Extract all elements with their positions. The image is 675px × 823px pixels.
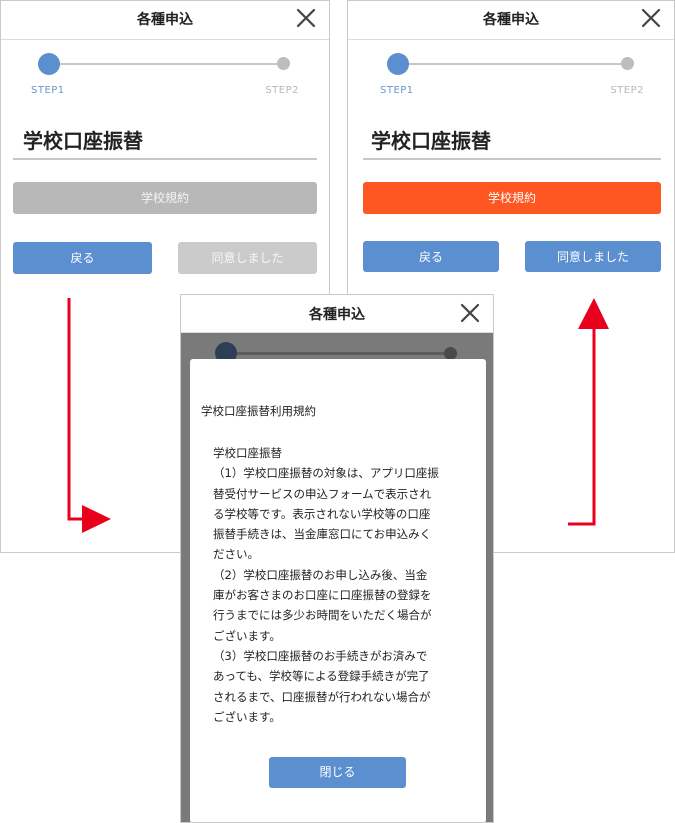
header-bar: 各種申込 bbox=[181, 295, 493, 333]
arrow-icon bbox=[67, 298, 111, 533]
close-icon[interactable] bbox=[459, 302, 481, 324]
header-title: 各種申込 bbox=[309, 307, 365, 323]
arrow-icon bbox=[568, 298, 609, 526]
flow-arrows bbox=[67, 298, 609, 533]
